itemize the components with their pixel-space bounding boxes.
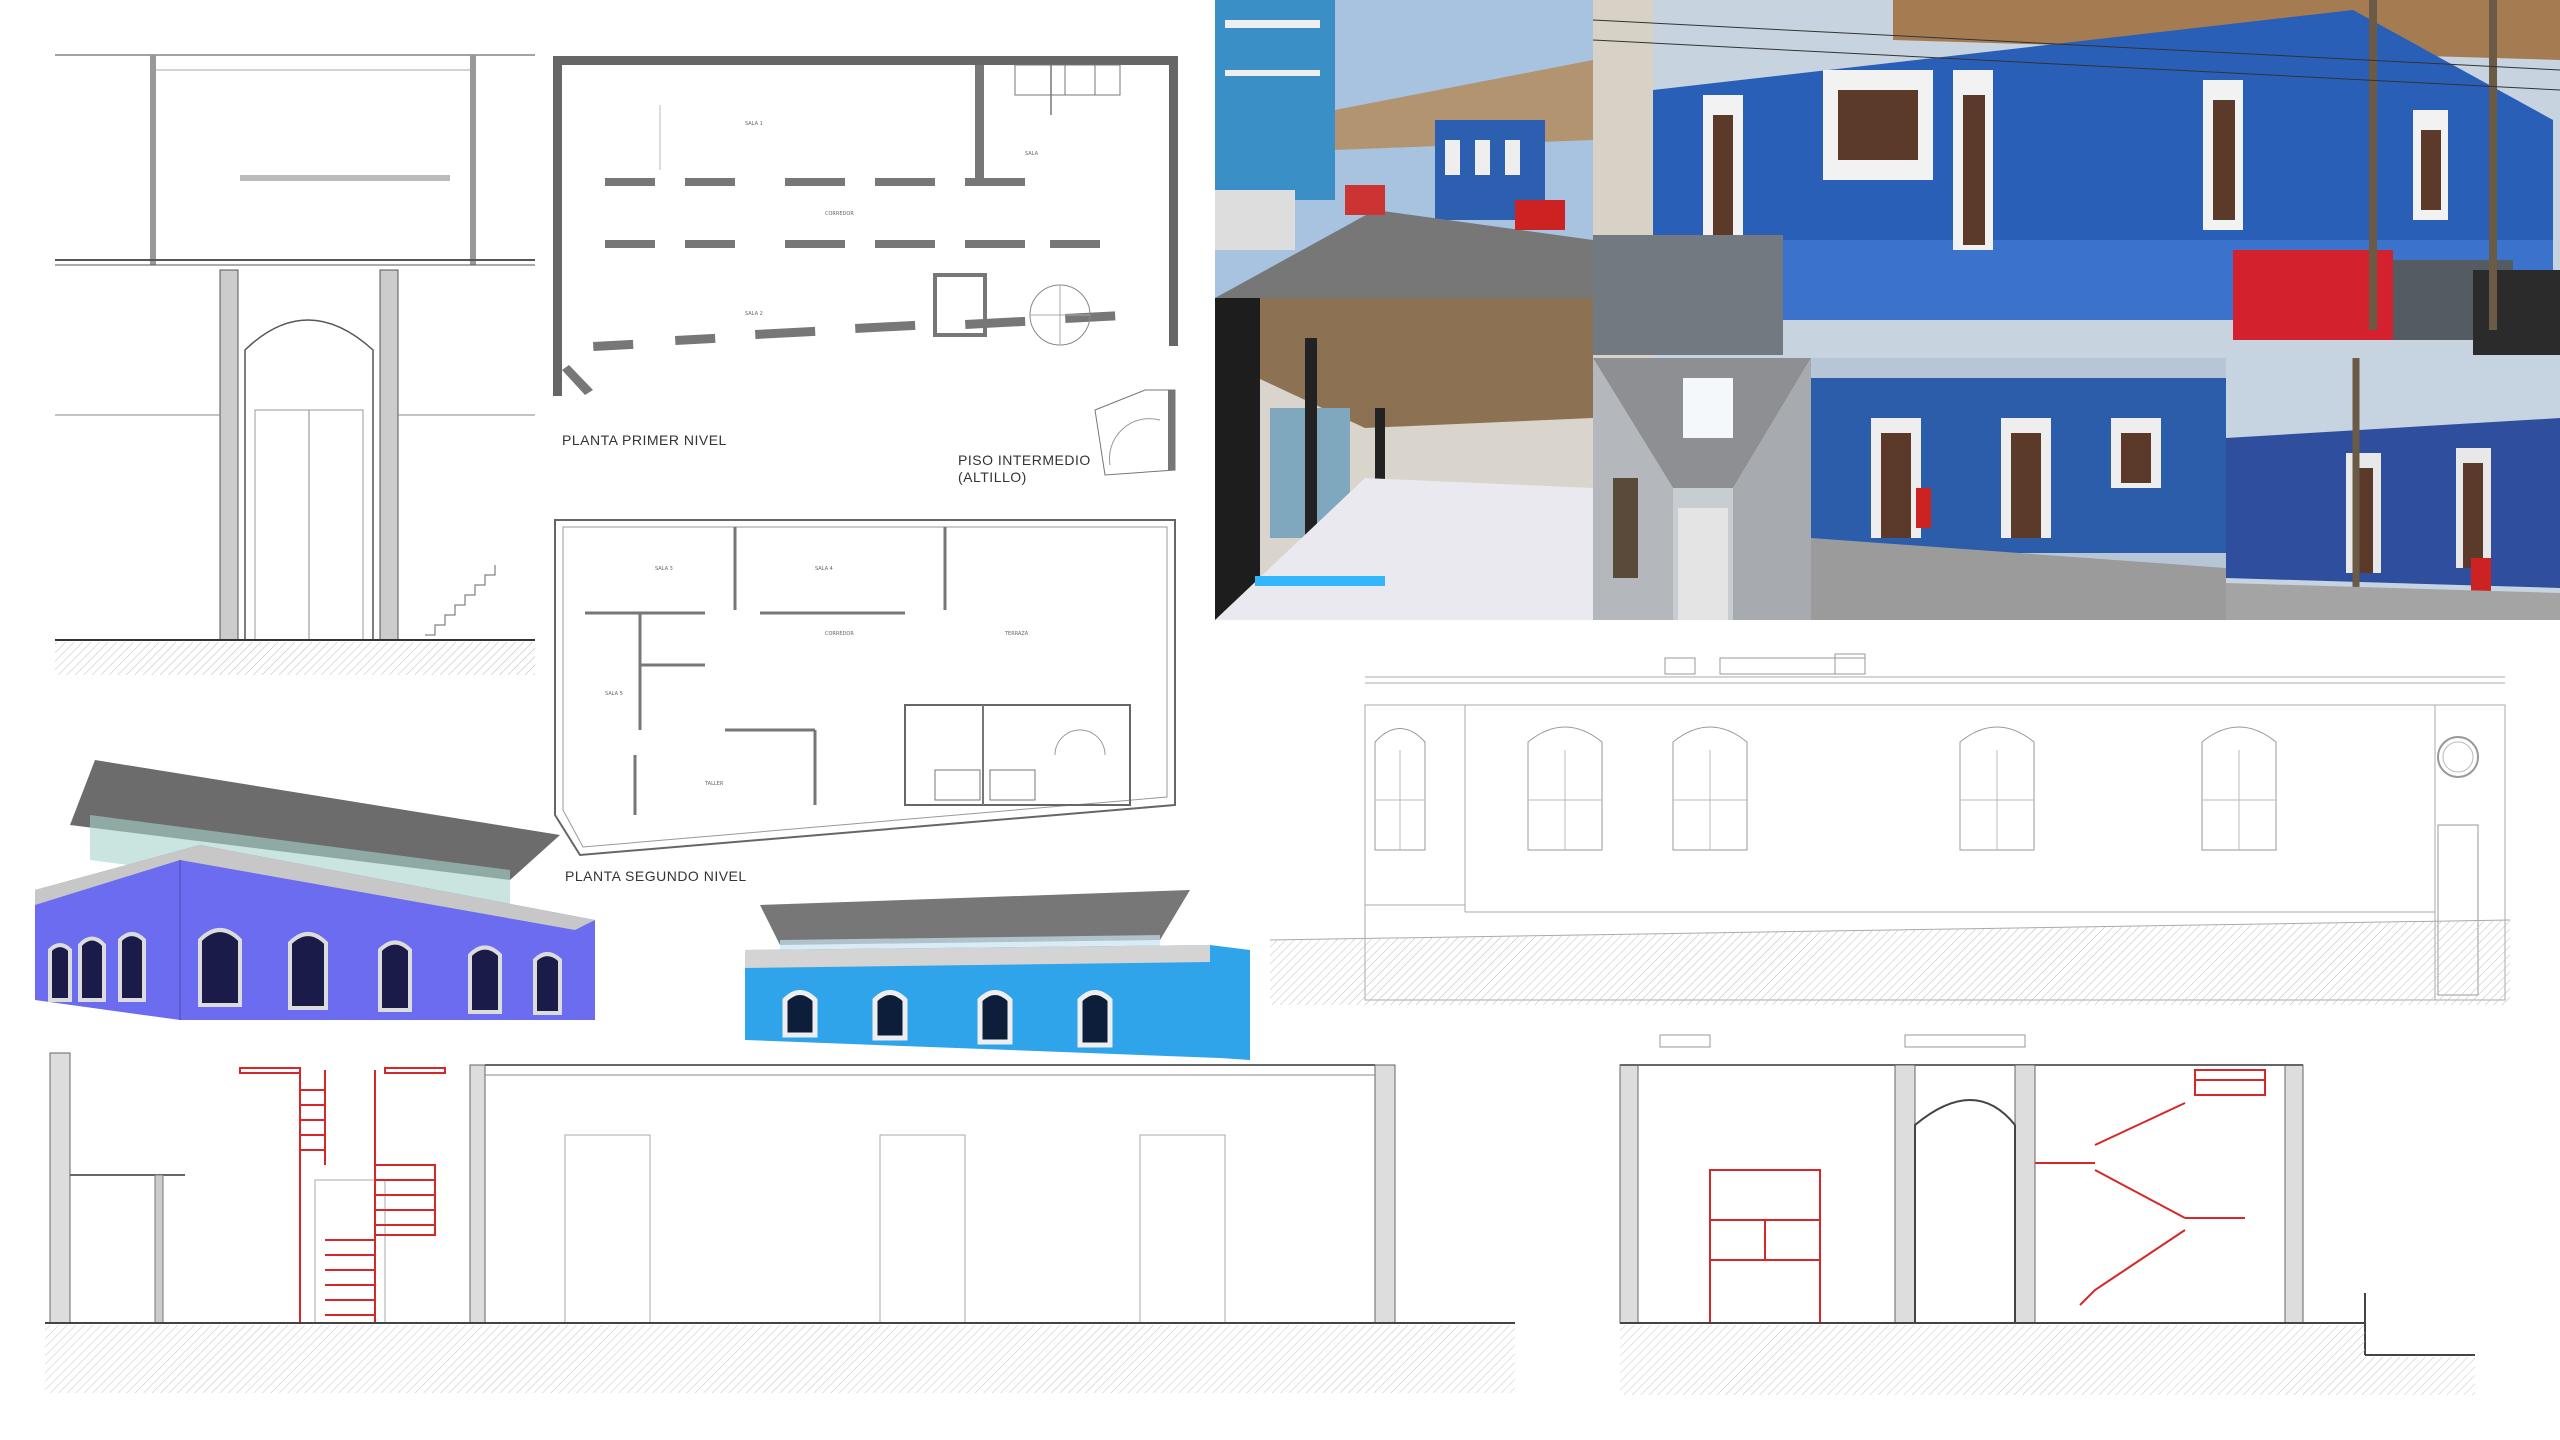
- photo-blue-facade-corner: [1593, 0, 2560, 358]
- plan-first-svg: SALA 1 CORREDOR SALA 2 SALA: [553, 56, 1178, 396]
- label-plan-first-level: PLANTA PRIMER NIVEL: [562, 432, 727, 448]
- svg-text:CORREDOR: CORREDOR: [825, 211, 854, 217]
- label-plan-intermediate: PISO INTERMEDIO (ALTILLO): [958, 452, 1091, 486]
- svg-text:SALA 5: SALA 5: [605, 691, 623, 697]
- section-cross: [1615, 1030, 2485, 1400]
- svg-text:TALLER: TALLER: [704, 781, 724, 787]
- render-3d-cyan: [740, 890, 1260, 1070]
- floor-plan-first-level: SALA 1 CORREDOR SALA 2 SALA: [545, 50, 1185, 410]
- photo-render-interior: [1215, 298, 1593, 620]
- photo-facade-front: [1811, 358, 2226, 620]
- floor-plan-intermediate: [1090, 370, 1185, 480]
- section-drawing-top-left: [55, 50, 535, 675]
- floor-plan-second-level: SALA 3 SALA 4 CORREDOR TERRAZA SALA 5 TA…: [545, 515, 1185, 860]
- photo-facade-side-svg: [2226, 358, 2560, 620]
- photo-street-svg: [1215, 0, 1593, 298]
- section-svg: [55, 54, 535, 675]
- render-cyan-svg: [745, 890, 1250, 1060]
- section-longitudinal-svg: [45, 1052, 1515, 1393]
- label-plan-intermediate-line1: PISO INTERMEDIO: [958, 452, 1091, 468]
- svg-text:SALA 2: SALA 2: [745, 311, 763, 317]
- svg-text:SALA 3: SALA 3: [655, 566, 673, 572]
- photo-facade-side: [2226, 358, 2560, 620]
- photo-hallway: [1593, 358, 1811, 620]
- svg-text:TERRAZA: TERRAZA: [1004, 631, 1029, 637]
- elevation-front-svg: [1270, 653, 2510, 1005]
- photo-facade-front-svg: [1811, 358, 2226, 620]
- section-cross-svg: [1619, 1034, 2475, 1395]
- elevation-front: [1270, 650, 2510, 1005]
- render-violet-svg: [35, 760, 595, 1020]
- label-plan-intermediate-line2: (ALTILLO): [958, 469, 1027, 485]
- svg-text:CORREDOR: CORREDOR: [825, 631, 854, 637]
- svg-text:SALA 1: SALA 1: [745, 121, 763, 127]
- photo-facade-corner-svg: [1593, 0, 2560, 358]
- section-longitudinal: [45, 1050, 1515, 1395]
- plan-intermediate-svg: [1094, 389, 1176, 476]
- plan-second-svg: SALA 3 SALA 4 CORREDOR TERRAZA SALA 5 TA…: [554, 519, 1176, 857]
- photo-hallway-svg: [1593, 358, 1811, 620]
- photo-render-svg: [1215, 298, 1593, 620]
- svg-text:SALA 4: SALA 4: [815, 566, 833, 572]
- svg-text:SALA: SALA: [1025, 151, 1039, 157]
- render-3d-violet: [30, 760, 600, 1030]
- photo-street-view: [1215, 0, 1593, 298]
